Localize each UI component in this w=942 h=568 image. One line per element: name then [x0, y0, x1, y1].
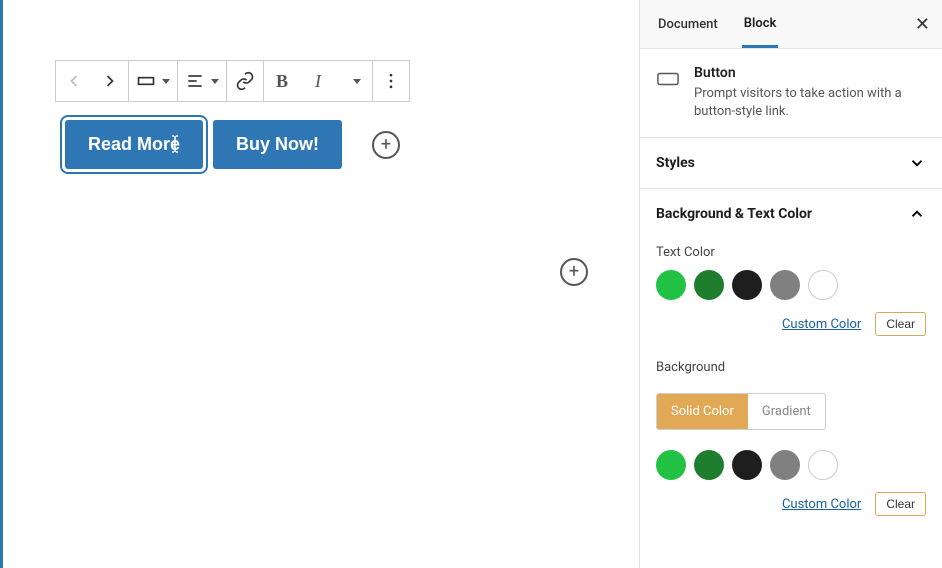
editor-area: B I Read More Buy Now! + +	[0, 0, 639, 568]
chevron-down-icon	[908, 154, 926, 172]
selection-indicator	[0, 0, 3, 568]
block-toolbar: B I	[55, 60, 410, 102]
swatch-bg-green-light[interactable]	[656, 450, 686, 480]
swatch-green-light[interactable]	[656, 270, 686, 300]
seg-gradient[interactable]: Gradient	[748, 394, 825, 429]
options-button[interactable]	[373, 61, 409, 101]
panel-bgtext-header[interactable]: Background & Text Color	[640, 189, 942, 239]
swatch-white[interactable]	[808, 270, 838, 300]
block-card: Button Prompt visitors to take action wi…	[640, 49, 942, 138]
buttons-block: Read More Buy Now! +	[65, 120, 400, 169]
link-button[interactable]	[227, 61, 263, 101]
swatch-gray[interactable]	[770, 270, 800, 300]
button-read-more[interactable]: Read More	[65, 120, 203, 169]
add-block-button[interactable]: +	[372, 131, 400, 159]
italic-button[interactable]: I	[300, 61, 336, 101]
block-description: Prompt visitors to take action with a bu…	[694, 85, 926, 121]
panel-bg-text-color: Background & Text Color Text Color Custo…	[640, 189, 942, 540]
swatch-green-dark[interactable]	[694, 270, 724, 300]
panel-styles-title: Styles	[656, 155, 695, 171]
background-swatches	[656, 450, 926, 480]
close-sidebar-button[interactable]: ✕	[915, 14, 930, 35]
text-color-swatches	[656, 270, 926, 300]
tab-block[interactable]: Block	[742, 2, 779, 48]
block-title: Button	[694, 65, 926, 81]
swatch-bg-gray[interactable]	[770, 450, 800, 480]
bold-button[interactable]: B	[264, 61, 300, 101]
align-button[interactable]	[178, 61, 226, 101]
seg-solid[interactable]: Solid Color	[657, 394, 748, 429]
settings-sidebar: Document Block ✕ Button Prompt visitors …	[639, 0, 942, 568]
sidebar-tabs: Document Block ✕	[640, 0, 942, 49]
button-block-icon	[656, 67, 680, 91]
add-block-button-floating[interactable]: +	[560, 258, 588, 286]
text-color-clear-button[interactable]: Clear	[875, 312, 926, 336]
swatch-black[interactable]	[732, 270, 762, 300]
bg-custom-color-link[interactable]: Custom Color	[782, 497, 861, 512]
bg-color-clear-button[interactable]: Clear	[875, 492, 926, 516]
panel-styles-header[interactable]: Styles	[640, 138, 942, 188]
button-buy-now[interactable]: Buy Now!	[213, 120, 342, 169]
background-label: Background	[656, 360, 926, 375]
panel-bgtext-title: Background & Text Color	[656, 206, 812, 222]
text-color-label: Text Color	[656, 245, 926, 260]
swatch-bg-green-dark[interactable]	[694, 450, 724, 480]
prev-button[interactable]	[56, 61, 92, 101]
width-button[interactable]	[129, 61, 177, 101]
tab-document[interactable]: Document	[656, 3, 720, 46]
chevron-up-icon	[908, 205, 926, 223]
panel-styles: Styles	[640, 138, 942, 189]
swatch-bg-white[interactable]	[808, 450, 838, 480]
next-button[interactable]	[92, 61, 128, 101]
swatch-bg-black[interactable]	[732, 450, 762, 480]
more-format-button[interactable]	[336, 61, 372, 101]
text-custom-color-link[interactable]: Custom Color	[782, 317, 861, 332]
background-type-toggle: Solid Color Gradient	[656, 393, 826, 430]
